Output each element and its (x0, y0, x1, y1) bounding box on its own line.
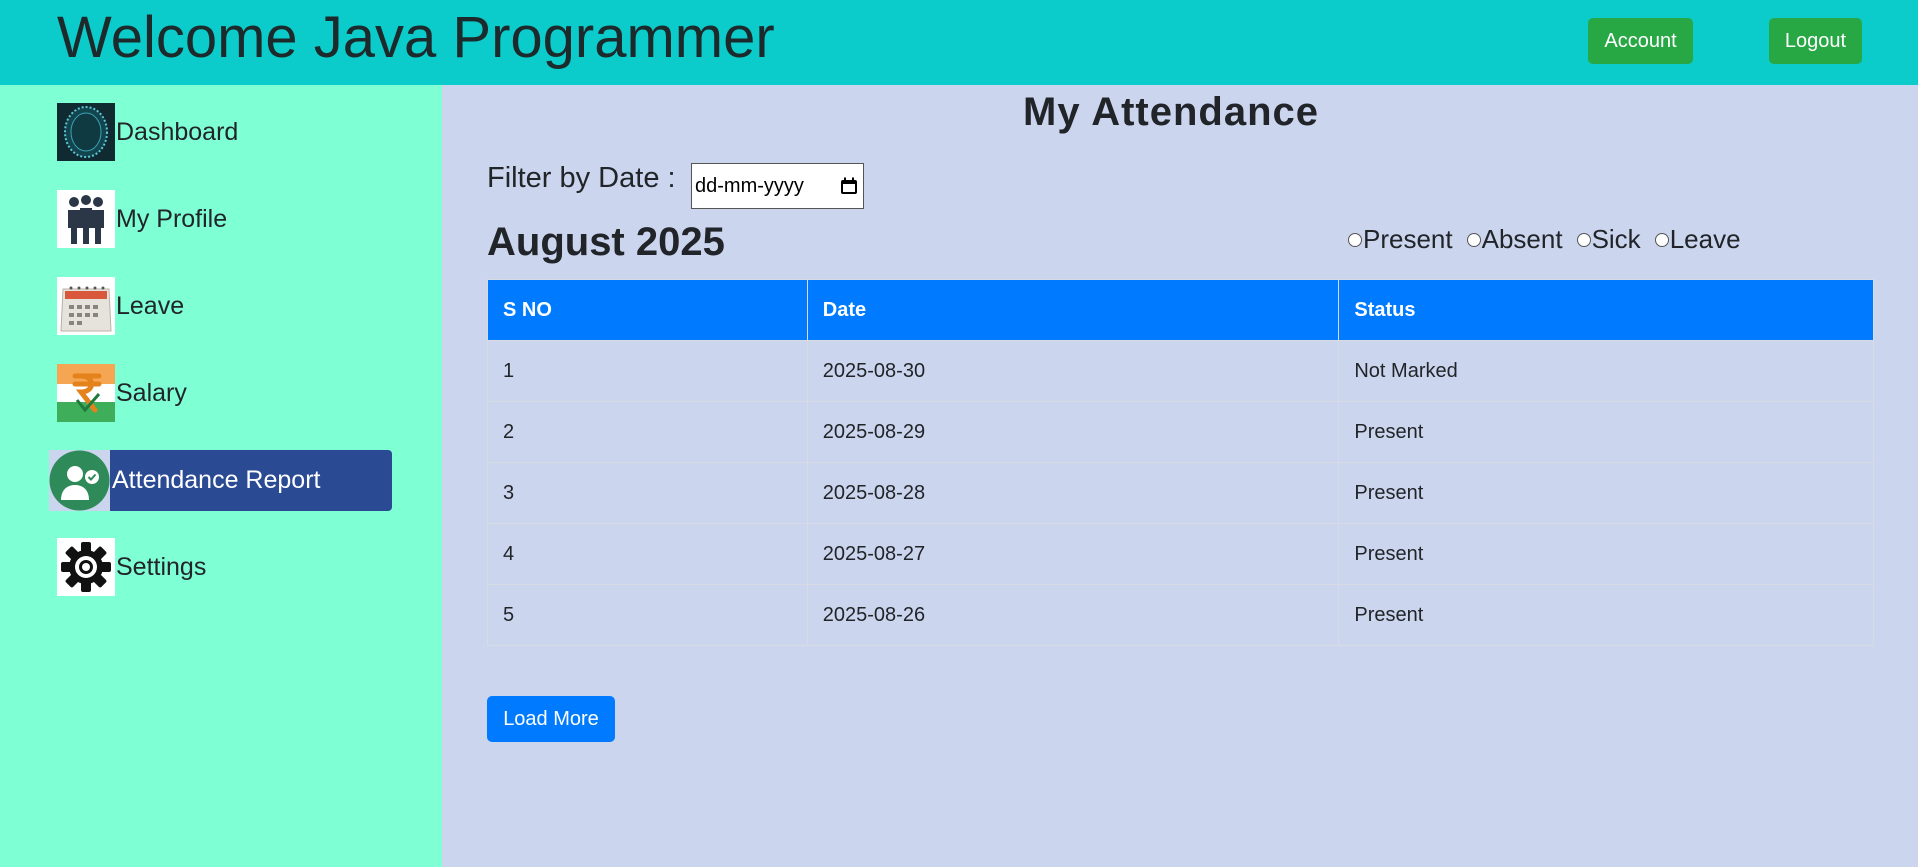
radio-sick[interactable] (1576, 232, 1591, 247)
legend-label: Absent (1481, 224, 1563, 254)
month-heading: August 2025 (487, 220, 725, 264)
sidebar-item-label: My Profile (116, 204, 228, 233)
column-header-date: Date (806, 279, 1340, 341)
date-placeholder: dd-mm-yyyy (695, 174, 804, 197)
people-icon (57, 190, 115, 248)
cell-sno: 5 (487, 584, 808, 646)
sidebar-item-my-profile[interactable]: My Profile (57, 190, 227, 248)
page-title: My Attendance (1023, 90, 1320, 134)
sidebar-item-settings[interactable]: Settings (57, 538, 206, 596)
table-row: 2 2025-08-29 Present (487, 401, 1874, 463)
sidebar-item-label: Salary (116, 378, 187, 407)
sidebar-item-attendance-report[interactable]: Attendance Report (49, 450, 392, 511)
cell-date: 2025-08-30 (806, 340, 1340, 402)
table-row: 5 2025-08-26 Present (487, 584, 1874, 646)
column-header-status: Status (1338, 279, 1874, 341)
gear-icon (57, 538, 115, 596)
sidebar-item-salary[interactable]: Salary (57, 364, 187, 422)
logout-button[interactable]: Logout (1769, 18, 1862, 64)
attendance-icon (49, 450, 110, 511)
cell-sno: 1 (487, 340, 808, 402)
cell-status: Present (1338, 584, 1874, 646)
legend-absent[interactable]: Absent (1466, 224, 1563, 255)
dashboard-icon (57, 103, 115, 161)
legend-label: Sick (1591, 224, 1641, 254)
radio-leave[interactable] (1654, 232, 1669, 247)
status-legend: Present Absent Sick Leave (1348, 224, 1755, 255)
radio-absent[interactable] (1466, 232, 1481, 247)
radio-present[interactable] (1348, 232, 1362, 247)
sidebar-item-label: Dashboard (116, 117, 239, 146)
cell-sno: 2 (487, 401, 808, 463)
calendar-icon (57, 277, 115, 335)
calendar-picker-icon[interactable] (840, 177, 858, 195)
legend-sick[interactable]: Sick (1576, 224, 1641, 255)
table-header-row: S NO Date Status (487, 279, 1874, 341)
welcome-heading: Welcome Java Programmer (57, 5, 775, 70)
cell-date: 2025-08-29 (806, 401, 1340, 463)
account-button[interactable]: Account (1588, 18, 1693, 64)
filter-by-date-label: Filter by Date : (487, 162, 676, 194)
cell-sno: 4 (487, 523, 808, 585)
cell-sno: 3 (487, 462, 808, 524)
legend-present[interactable]: Present (1348, 224, 1453, 255)
load-more-button[interactable]: Load More (487, 696, 615, 742)
table-row: 4 2025-08-27 Present (487, 523, 1874, 585)
cell-date: 2025-08-27 (806, 523, 1340, 585)
cell-date: 2025-08-26 (806, 584, 1340, 646)
cell-status: Present (1338, 401, 1874, 463)
cell-status: Present (1338, 523, 1874, 585)
cell-status: Present (1338, 462, 1874, 524)
column-header-sno: S NO (487, 279, 808, 341)
table-row: 3 2025-08-28 Present (487, 462, 1874, 524)
top-bar: Welcome Java Programmer Account Logout (0, 0, 1918, 85)
sidebar-item-leave[interactable]: Leave (57, 277, 184, 335)
legend-label: Leave (1669, 224, 1741, 254)
cell-status: Not Marked (1338, 340, 1874, 402)
legend-leave[interactable]: Leave (1654, 224, 1741, 255)
sidebar-item-label: Leave (116, 291, 185, 320)
rupee-icon (57, 364, 115, 422)
sidebar-item-label: Settings (116, 552, 207, 581)
sidebar-item-dashboard[interactable]: Dashboard (57, 103, 238, 161)
date-filter-input[interactable]: dd-mm-yyyy (691, 163, 864, 209)
legend-label: Present (1363, 224, 1453, 254)
sidebar-item-label: Attendance Report (112, 466, 321, 494)
cell-date: 2025-08-28 (806, 462, 1340, 524)
table-row: 1 2025-08-30 Not Marked (487, 340, 1874, 402)
attendance-table: S NO Date Status 1 2025-08-30 Not Marked… (487, 279, 1874, 646)
